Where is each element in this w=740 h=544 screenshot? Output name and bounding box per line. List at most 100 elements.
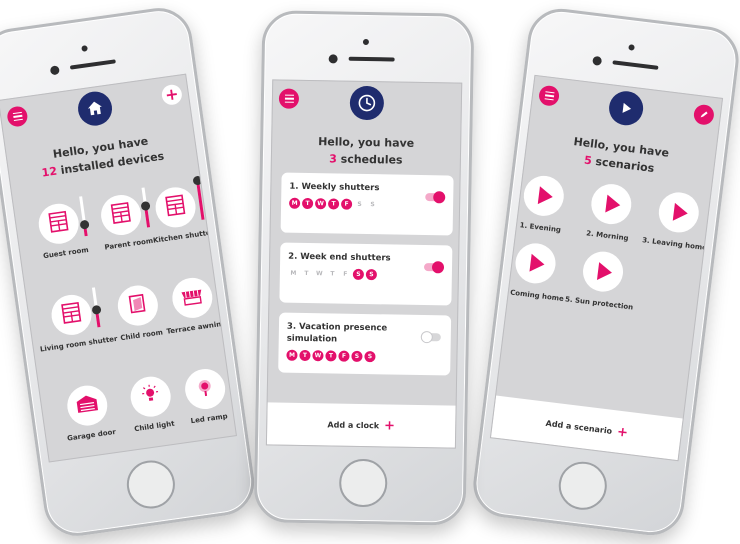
- scenario-item[interactable]: 2. Morning: [573, 180, 648, 244]
- scenario-label: 4. Coming home: [499, 287, 565, 304]
- weekday-chip[interactable]: T: [299, 349, 311, 362]
- scenario-play-button[interactable]: [513, 241, 559, 286]
- schedule-card[interactable]: 1. Weekly shutters M T W T F S S: [280, 172, 454, 236]
- device-item[interactable]: Terrace awning: [157, 262, 229, 352]
- device-control: [63, 371, 110, 429]
- level-slider[interactable]: [78, 196, 90, 237]
- weekday-chip[interactable]: T: [325, 350, 337, 362]
- device-label: Garage door: [66, 427, 117, 443]
- add-device-button[interactable]: +: [160, 83, 184, 107]
- weekday-chip[interactable]: S: [367, 199, 378, 210]
- home-button[interactable]: [556, 459, 610, 513]
- device-button[interactable]: [153, 184, 199, 230]
- device-button[interactable]: [127, 374, 173, 420]
- weekday-chip[interactable]: W: [315, 198, 327, 210]
- weekday-chip[interactable]: S: [364, 351, 376, 363]
- scenario-play-button[interactable]: [521, 173, 567, 219]
- device-button[interactable]: [64, 382, 110, 429]
- device-button[interactable]: [35, 201, 81, 247]
- scenario-label: 2. Morning: [585, 229, 630, 243]
- plus-icon: +: [384, 417, 396, 434]
- level-slider[interactable]: [91, 287, 102, 328]
- slider-handle[interactable]: [192, 175, 203, 186]
- schedule-title-line2: simulation: [286, 333, 338, 345]
- home-button[interactable]: [123, 457, 178, 512]
- device-button[interactable]: [114, 283, 161, 329]
- menu-icon[interactable]: [6, 105, 29, 128]
- shutter-icon: [163, 193, 188, 222]
- device-item[interactable]: Kitchen shutter: [144, 171, 216, 261]
- weekday-chip[interactable]: T: [327, 268, 338, 279]
- weekday-chip[interactable]: M: [286, 349, 298, 361]
- scenario-item[interactable]: 3. Leaving home: [641, 188, 714, 252]
- scenario-play-button[interactable]: [580, 249, 626, 294]
- weekday-chip[interactable]: S: [352, 268, 364, 280]
- scenario-grid: 1. Evening 2. Morning 3. Leaving home 4. Co…: [498, 172, 714, 320]
- weekday-chip[interactable]: S: [351, 350, 363, 362]
- schedule-card[interactable]: 2. Week end shutters M T W T F S S: [279, 242, 453, 306]
- scenario-item[interactable]: 1. Evening: [507, 172, 580, 236]
- weekday-chip[interactable]: F: [341, 198, 353, 210]
- earpiece-speaker: [69, 59, 116, 70]
- slider-handle[interactable]: [79, 219, 90, 230]
- weekday-chip[interactable]: S: [354, 199, 365, 210]
- weekday-chip[interactable]: M: [288, 268, 299, 279]
- home-button[interactable]: [338, 458, 388, 508]
- add-scenario-button[interactable]: Add a scenario +: [491, 395, 683, 461]
- home-icon[interactable]: [75, 89, 115, 128]
- schedule-toggle[interactable]: [423, 261, 445, 274]
- schedule-card[interactable]: 3. Vacation presence simulation M T W T F S S: [278, 312, 452, 376]
- play-icon[interactable]: [607, 89, 646, 128]
- weekday-chip[interactable]: M: [289, 197, 301, 209]
- front-sensor: [81, 45, 88, 52]
- schedule-title: 2. Week end shutters: [288, 251, 391, 264]
- scenario-label: 3. Leaving home: [641, 236, 708, 253]
- device-item[interactable]: Guest room: [19, 186, 108, 278]
- play-icon: [605, 194, 622, 215]
- front-camera: [49, 65, 60, 76]
- device-label: Led ramp: [190, 412, 229, 426]
- device-label: Parent room: [104, 236, 154, 252]
- add-clock-button[interactable]: Add a clock +: [266, 402, 456, 448]
- scenario-play-button[interactable]: [656, 190, 701, 235]
- device-control: [34, 188, 90, 247]
- scenario-play-button[interactable]: [589, 181, 634, 227]
- device-button[interactable]: [169, 275, 215, 321]
- greeting: Hello, you have 3 schedules: [272, 132, 461, 169]
- device-item[interactable]: Living room shutter: [31, 277, 120, 369]
- weekday-chip[interactable]: W: [314, 268, 325, 279]
- device-label: Guest room: [42, 245, 90, 261]
- scenario-item[interactable]: 5. Sun protection: [565, 248, 640, 312]
- device-label: Kitchen shutter: [152, 228, 215, 245]
- device-label: Child light: [133, 419, 176, 434]
- schedule-title: 1. Weekly shutters: [289, 181, 380, 194]
- slider-handle[interactable]: [91, 304, 102, 315]
- clock-icon[interactable]: [349, 85, 385, 121]
- level-slider[interactable]: [192, 175, 205, 220]
- add-scenario-label: Add a scenario: [545, 418, 613, 436]
- device-button[interactable]: [182, 366, 228, 412]
- device-item[interactable]: Garage door: [44, 368, 133, 460]
- weekday-chip[interactable]: T: [301, 268, 312, 279]
- play-icon: [672, 202, 689, 223]
- scenario-item[interactable]: 4. Coming home: [498, 239, 571, 303]
- weekday-chip[interactable]: S: [365, 269, 377, 281]
- schedule-toggle[interactable]: [425, 191, 446, 204]
- device-control: [152, 172, 206, 230]
- weekday-chip[interactable]: F: [340, 269, 351, 280]
- device-item[interactable]: Led ramp: [170, 353, 237, 443]
- menu-icon[interactable]: [537, 84, 561, 107]
- weekday-chip[interactable]: T: [328, 198, 340, 210]
- weekday-chip[interactable]: F: [338, 350, 350, 362]
- weekday-chip[interactable]: W: [312, 350, 324, 362]
- device-button[interactable]: [48, 292, 94, 338]
- shutter-icon: [58, 301, 83, 330]
- weekday-chip[interactable]: T: [302, 197, 314, 210]
- menu-icon[interactable]: [278, 88, 300, 109]
- phone-schedules: Hello, you have 3 schedules 1. Weekly sh…: [253, 10, 475, 526]
- device-button[interactable]: [98, 192, 144, 238]
- edit-icon[interactable]: [692, 103, 716, 126]
- weekday-selector: MTWTFSS: [288, 268, 444, 282]
- devices-screen: + Hello, you have 12 installed devices G…: [0, 73, 237, 463]
- schedule-toggle[interactable]: [420, 331, 441, 344]
